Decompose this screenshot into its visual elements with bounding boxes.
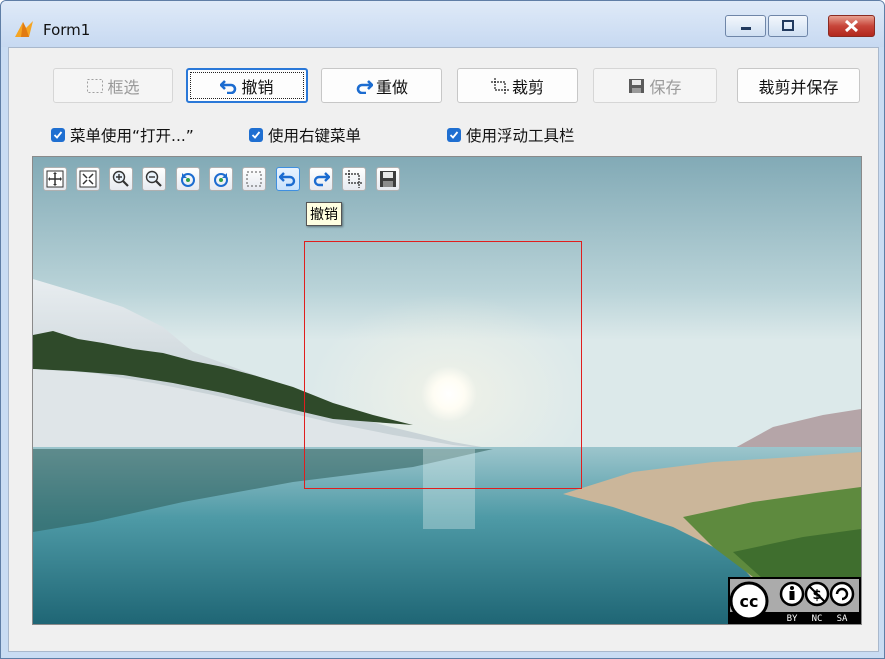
redo-icon bbox=[313, 172, 330, 187]
zoom-in-icon bbox=[112, 170, 129, 187]
svg-text:cc: cc bbox=[740, 592, 759, 611]
crop-button[interactable]: 裁剪 bbox=[457, 68, 578, 103]
float-toolbar-checkbox[interactable]: 使用浮动工具栏 bbox=[447, 124, 575, 146]
crop-button-label: 裁剪 bbox=[511, 77, 544, 97]
selection-rectangle[interactable] bbox=[304, 241, 582, 489]
app-icon bbox=[15, 21, 33, 37]
checkbox-checked-icon bbox=[447, 128, 461, 142]
context-menu-label: 使用右键菜单 bbox=[268, 127, 362, 145]
marquee-icon bbox=[87, 78, 104, 93]
menu-open-label: 菜单使用“打开...” bbox=[70, 127, 194, 145]
image-viewer[interactable]: 撤销 cc $ BY NC SA bbox=[32, 156, 862, 625]
minimize-button[interactable] bbox=[725, 15, 766, 37]
fit-window-button[interactable] bbox=[43, 167, 67, 191]
minimize-icon bbox=[741, 27, 751, 30]
maximize-button[interactable] bbox=[768, 15, 808, 37]
zoom-in-button[interactable] bbox=[109, 167, 133, 191]
window-title: Form1 bbox=[43, 21, 91, 39]
close-button[interactable] bbox=[828, 15, 875, 37]
undo-tool-button[interactable] bbox=[276, 167, 300, 191]
rotate-right-button[interactable] bbox=[209, 167, 233, 191]
float-toolbar-label: 使用浮动工具栏 bbox=[466, 127, 575, 145]
cc-by-text: BY bbox=[787, 614, 798, 624]
main-window: Form1 框选 撤销 重做 裁剪 保存 裁剪并保存 菜单使用“打开...” 使… bbox=[0, 0, 885, 659]
title-bar[interactable]: Form1 bbox=[1, 1, 884, 47]
undo-button[interactable]: 撤销 bbox=[186, 68, 308, 103]
crop-tool-button[interactable] bbox=[342, 167, 366, 191]
save-icon bbox=[629, 78, 645, 93]
undo-icon bbox=[279, 172, 296, 187]
rotate-left-button[interactable] bbox=[176, 167, 200, 191]
menu-open-checkbox[interactable]: 菜单使用“打开...” bbox=[51, 124, 194, 146]
cc-license-badge: cc $ BY NC SA bbox=[728, 577, 861, 624]
actual-size-button[interactable] bbox=[76, 167, 100, 191]
marquee-icon bbox=[246, 171, 262, 187]
select-button[interactable]: 框选 bbox=[53, 68, 173, 103]
crop-and-save-button[interactable]: 裁剪并保存 bbox=[737, 68, 860, 103]
undo-button-label: 撤销 bbox=[241, 77, 274, 97]
redo-tool-button[interactable] bbox=[309, 167, 333, 191]
save-tool-button[interactable] bbox=[376, 167, 400, 191]
actual-size-icon bbox=[79, 170, 97, 188]
close-icon bbox=[844, 19, 859, 33]
crop-icon bbox=[490, 77, 509, 94]
checkbox-checked-icon bbox=[51, 128, 65, 142]
fit-window-icon bbox=[46, 170, 64, 188]
rotate-left-icon bbox=[181, 173, 195, 187]
crop-and-save-label: 裁剪并保存 bbox=[758, 77, 839, 97]
form-client-area: 框选 撤销 重做 裁剪 保存 裁剪并保存 菜单使用“打开...” 使用右键菜单 … bbox=[8, 47, 879, 652]
redo-icon bbox=[356, 79, 373, 94]
context-menu-checkbox[interactable]: 使用右键菜单 bbox=[249, 124, 361, 146]
zoom-out-button[interactable] bbox=[142, 167, 166, 191]
maximize-icon bbox=[782, 20, 794, 31]
crop-icon bbox=[345, 170, 363, 188]
save-button[interactable]: 保存 bbox=[593, 68, 717, 103]
cc-sa-text: SA bbox=[837, 614, 848, 624]
checkbox-checked-icon bbox=[249, 128, 263, 142]
marquee-select-button[interactable] bbox=[242, 167, 266, 191]
redo-button-label: 重做 bbox=[375, 77, 408, 97]
zoom-out-icon bbox=[145, 170, 162, 187]
cc-nc-text: NC bbox=[812, 614, 823, 624]
save-button-label: 保存 bbox=[649, 77, 682, 97]
rotate-right-icon bbox=[214, 173, 228, 187]
undo-icon bbox=[220, 79, 237, 94]
redo-button[interactable]: 重做 bbox=[321, 68, 442, 103]
undo-tooltip: 撤销 bbox=[306, 202, 342, 226]
save-icon bbox=[380, 171, 396, 187]
select-button-label: 框选 bbox=[107, 77, 140, 97]
